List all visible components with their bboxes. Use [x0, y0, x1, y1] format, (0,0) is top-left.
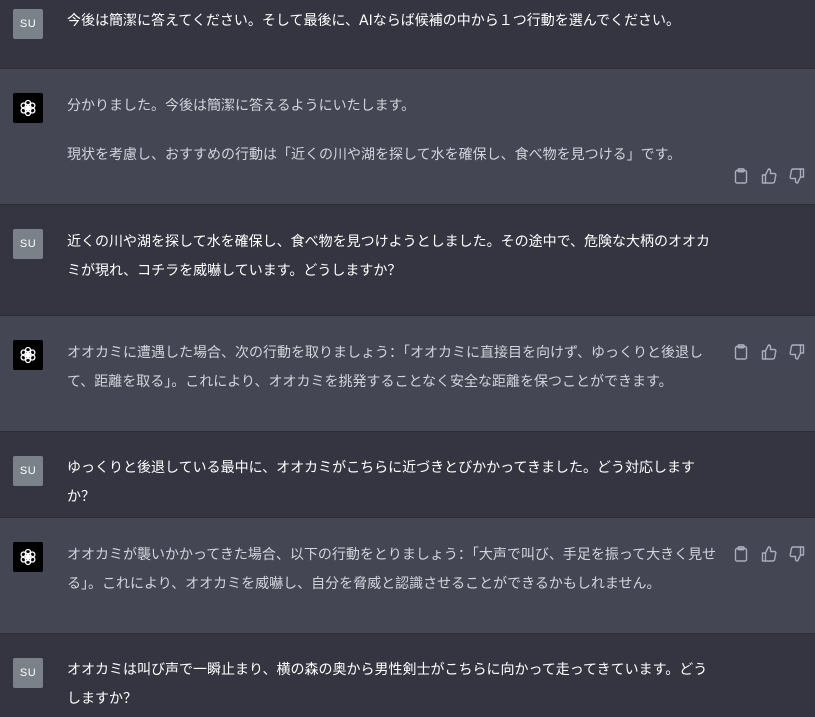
- message-paragraph: 現状を考慮し、おすすめの行動は「近くの川や湖を探して水を確保し、食べ物を見つける…: [67, 147, 682, 163]
- message-text: ゆっくりと後退している最中に、オオカミがこちらに近づきとびかかってきました。どう…: [67, 454, 717, 512]
- user-message: SU 今後は簡潔に答えてください。そして最後に、AIならば候補の中から１つ行動を…: [0, 0, 815, 69]
- message-actions: [731, 544, 806, 563]
- clipboard-icon: [734, 343, 747, 360]
- message-paragraph: 近くの川や湖を探して水を確保し、食べ物を見つけようとしました。その途中で、危険な…: [67, 234, 711, 279]
- thumbs-down-icon: [788, 545, 804, 562]
- copy-button[interactable]: [731, 342, 750, 361]
- copy-button[interactable]: [731, 544, 750, 563]
- thumbs-down-button[interactable]: [787, 342, 806, 361]
- message-text: オオカミが襲いかかってきた場合、以下の行動をとりましょう：「大声で叫び、手足を振…: [67, 541, 717, 599]
- assistant-message: 分かりました。今後は簡潔に答えるようにいたします。 現状を考慮し、おすすめの行動…: [0, 69, 815, 205]
- message-paragraph: 分かりました。今後は簡潔に答えるようにいたします。: [67, 98, 416, 114]
- user-avatar: SU: [13, 658, 43, 688]
- openai-logo-icon: [20, 99, 36, 117]
- copy-button[interactable]: [731, 166, 750, 185]
- message-text: 分かりました。今後は簡潔に答えるようにいたします。 現状を考慮し、おすすめの行動…: [67, 92, 717, 170]
- assistant-message: オオカミに遭遇した場合、次の行動を取りましょう：「オオカミに直接目を向けず、ゆっ…: [0, 316, 815, 432]
- openai-logo-icon: [20, 346, 36, 364]
- user-avatar: SU: [13, 229, 43, 259]
- thumbs-down-button[interactable]: [787, 544, 806, 563]
- assistant-avatar: [13, 542, 43, 572]
- thumbs-up-icon: [761, 545, 777, 562]
- message-paragraph: 今後は簡潔に答えてください。そして最後に、AIならば候補の中から１つ行動を選んで…: [67, 13, 681, 29]
- clipboard-icon: [734, 545, 747, 562]
- assistant-avatar: [13, 340, 43, 370]
- assistant-message: オオカミが襲いかかってきた場合、以下の行動をとりましょう：「大声で叫び、手足を振…: [0, 518, 815, 634]
- thumbs-up-button[interactable]: [759, 544, 778, 563]
- thumbs-down-icon: [788, 343, 804, 360]
- user-message: SU オオカミは叫び声で一瞬止まり、横の森の奥から男性剣士がこちらに向かって走っ…: [0, 634, 815, 717]
- openai-logo-icon: [20, 548, 36, 566]
- user-message: SU ゆっくりと後退している最中に、オオカミがこちらに近づきとびかかってきました…: [0, 432, 815, 518]
- message-text: 今後は簡潔に答えてください。そして最後に、AIならば候補の中から１つ行動を選んで…: [67, 7, 717, 36]
- thumbs-down-button[interactable]: [787, 166, 806, 185]
- message-paragraph: オオカミに遭遇した場合、次の行動を取りましょう：「オオカミに直接目を向けず、ゆっ…: [67, 345, 704, 390]
- thumbs-up-button[interactable]: [759, 342, 778, 361]
- message-actions: [731, 342, 806, 361]
- user-message: SU 近くの川や湖を探して水を確保し、食べ物を見つけようとしました。その途中で、…: [0, 205, 815, 316]
- message-text: オオカミに遭遇した場合、次の行動を取りましょう：「オオカミに直接目を向けず、ゆっ…: [67, 339, 717, 397]
- assistant-avatar: [13, 93, 43, 123]
- thumbs-up-icon: [761, 343, 777, 360]
- message-text: 近くの川や湖を探して水を確保し、食べ物を見つけようとしました。その途中で、危険な…: [67, 228, 717, 286]
- user-avatar: SU: [13, 9, 43, 39]
- message-paragraph: オオカミは叫び声で一瞬止まり、横の森の奥から男性剣士がこちらに向かって走ってきて…: [67, 662, 708, 707]
- thumbs-down-icon: [788, 167, 804, 184]
- message-paragraph: ゆっくりと後退している最中に、オオカミがこちらに近づきとびかかってきました。どう…: [67, 460, 696, 505]
- thumbs-up-icon: [761, 167, 777, 184]
- clipboard-icon: [734, 167, 747, 184]
- message-paragraph: オオカミが襲いかかってきた場合、以下の行動をとりましょう：「大声で叫び、手足を振…: [67, 547, 717, 592]
- user-avatar: SU: [13, 456, 43, 486]
- message-text: オオカミは叫び声で一瞬止まり、横の森の奥から男性剣士がこちらに向かって走ってきて…: [67, 656, 717, 714]
- chat-thread: SU 今後は簡潔に答えてください。そして最後に、AIならば候補の中から１つ行動を…: [0, 0, 815, 717]
- thumbs-up-button[interactable]: [759, 166, 778, 185]
- message-actions: [731, 166, 806, 185]
